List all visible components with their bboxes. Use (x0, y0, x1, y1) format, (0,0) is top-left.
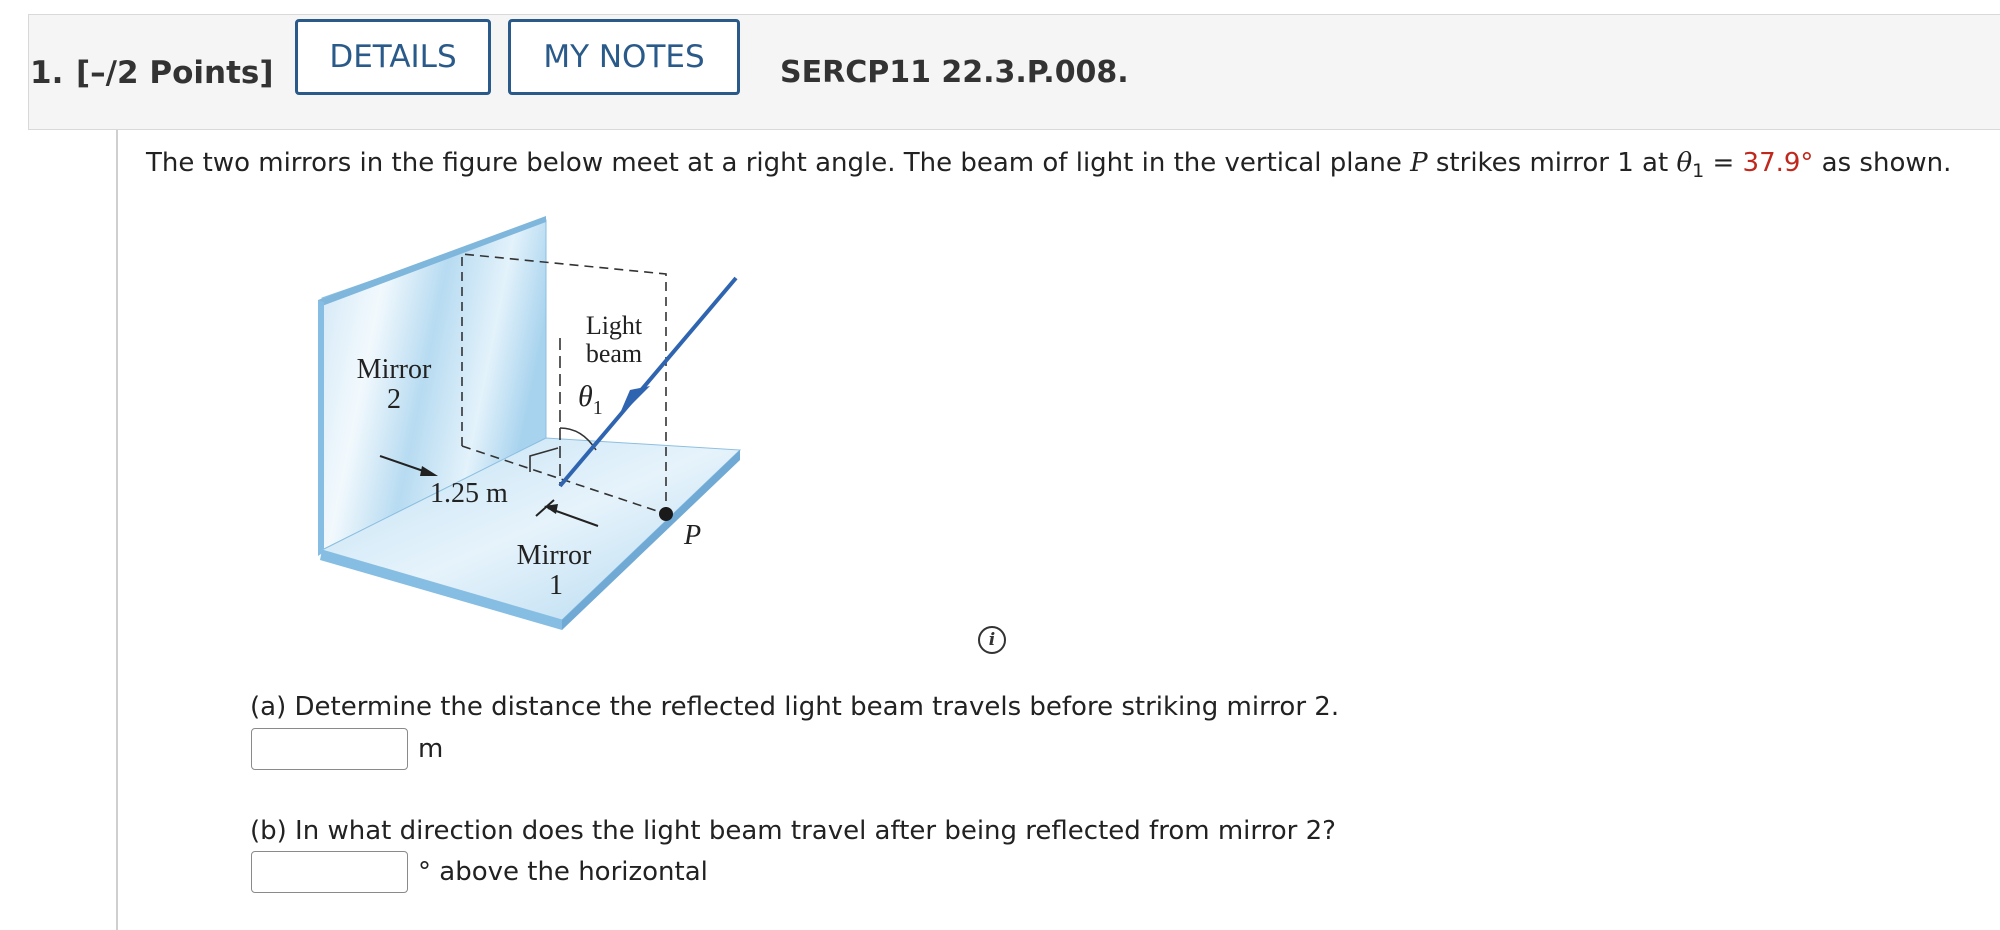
angle-value: 37.9° (1742, 148, 1814, 178)
part-b-question: (b) In what direction does the light bea… (250, 816, 1336, 846)
mirror-1-label-line1: Mirror (517, 540, 592, 571)
part-b-unit: ° above the horizontal (418, 857, 708, 887)
distance-label: 1.25 m (430, 478, 508, 509)
question-points: [–/2 Points] (76, 55, 274, 91)
question-id: SERCP11 22.3.P.008. (780, 55, 1129, 90)
mirrors-figure: Mirror 2 Light beam θ1 1.25 m P Mirror 1 (318, 216, 742, 630)
prompt-text-after: as shown. (1813, 148, 1952, 178)
mirror-2-label-line2: 2 (387, 384, 401, 415)
point-p-dot (659, 507, 673, 521)
equals-sign: = (1704, 148, 1743, 178)
theta-symbol: θ (578, 380, 593, 413)
part-a-answer-input[interactable] (251, 728, 408, 770)
mirror-1-label-line2: 1 (549, 570, 563, 601)
mirror-2-label-line1: Mirror (357, 354, 432, 385)
question-prompt: The two mirrors in the figure below meet… (146, 148, 1951, 182)
content-divider (116, 130, 118, 930)
mirror-2-edge-left (318, 300, 324, 556)
angle-symbol: θ (1676, 148, 1693, 178)
info-icon[interactable]: i (978, 626, 1006, 654)
light-beam-arrowhead (618, 386, 650, 418)
part-b-answer-input[interactable] (251, 851, 408, 893)
plane-symbol: P (1410, 148, 1428, 178)
light-beam-label-line2: beam (586, 339, 642, 368)
prompt-text-before: The two mirrors in the figure below meet… (146, 148, 1411, 178)
part-a-unit: m (418, 734, 444, 764)
my-notes-button[interactable]: MY NOTES (508, 19, 740, 95)
details-button[interactable]: DETAILS (295, 19, 491, 95)
point-p-label: P (683, 520, 701, 551)
theta-label: θ1 (578, 380, 603, 419)
prompt-text-middle: strikes mirror 1 at (1427, 148, 1677, 178)
light-beam-label-line1: Light (586, 311, 643, 340)
angle-subscript: 1 (1692, 160, 1705, 183)
part-a-question: (a) Determine the distance the reflected… (250, 692, 1340, 722)
theta-subscript: 1 (593, 397, 603, 419)
question-number: 1. (30, 55, 64, 91)
